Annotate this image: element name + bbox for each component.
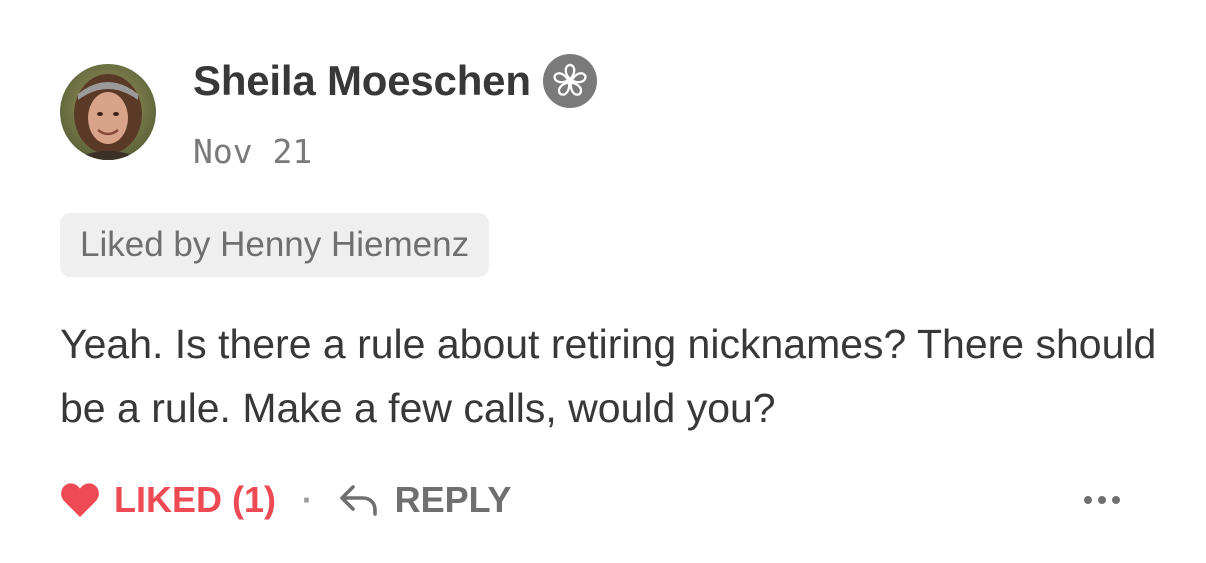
reply-button[interactable]: REPLY <box>339 479 512 521</box>
avatar[interactable] <box>60 64 156 160</box>
avatar-image <box>60 64 156 160</box>
action-separator: · <box>302 481 313 518</box>
reply-label: REPLY <box>394 479 512 520</box>
like-label: LIKED (1) <box>114 479 276 520</box>
ellipsis-icon <box>1084 496 1120 504</box>
comment-actions: LIKED (1) · REPLY <box>60 473 511 527</box>
comment-text: Yeah. Is there a rule about retiring nic… <box>60 321 1157 431</box>
liked-by-label: Liked by Henny Hiemenz <box>80 225 470 264</box>
reply-arrow-icon <box>339 485 377 516</box>
comment-card: Sheila Moeschen Nov 21 Liked by Henny Hi… <box>0 0 1206 563</box>
more-options-button[interactable] <box>1080 480 1124 520</box>
author-row: Sheila Moeschen <box>193 52 597 110</box>
flower-badge-icon <box>542 54 597 108</box>
like-button[interactable]: LIKED (1) <box>60 479 276 521</box>
author-name[interactable]: Sheila Moeschen <box>193 57 531 105</box>
comment-date[interactable]: Nov 21 <box>193 132 312 171</box>
heart-icon <box>61 483 99 517</box>
liked-by-pill[interactable]: Liked by Henny Hiemenz <box>60 213 490 277</box>
